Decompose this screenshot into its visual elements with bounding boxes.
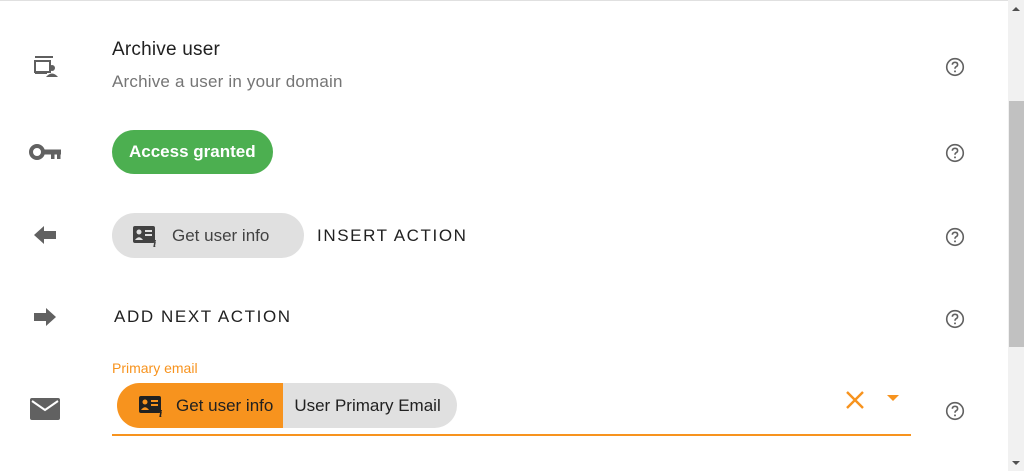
primary-email-field[interactable]: i Get user info User Primary Email <box>112 382 911 436</box>
mail-icon <box>28 397 62 421</box>
svg-text:i: i <box>153 240 157 247</box>
clear-icon[interactable] <box>843 388 867 412</box>
help-icon[interactable] <box>945 57 965 77</box>
user-info-card-icon: i <box>132 225 158 247</box>
help-icon[interactable] <box>945 143 965 163</box>
help-icon[interactable] <box>945 309 965 329</box>
token-source: i Get user info <box>117 383 284 428</box>
arrow-right-icon <box>28 305 62 329</box>
vertical-scrollbar[interactable] <box>1008 0 1024 471</box>
previous-action-chip[interactable]: i Get user info <box>112 213 304 258</box>
email-value-token[interactable]: i Get user info User Primary Email <box>117 383 457 428</box>
scroll-up-arrow-icon[interactable] <box>1008 0 1024 17</box>
help-icon[interactable] <box>945 401 965 421</box>
arrow-left-icon <box>28 223 62 247</box>
token-value: User Primary Email <box>283 383 457 428</box>
add-next-action-button[interactable]: ADD NEXT ACTION <box>114 307 292 327</box>
insert-action-button[interactable]: INSERT ACTION <box>317 226 468 246</box>
key-icon <box>28 140 62 164</box>
action-subtitle: Archive a user in your domain <box>112 72 343 91</box>
token-source-label: Get user info <box>176 395 274 415</box>
action-panel: Archive user Archive a user in your doma… <box>0 0 1008 471</box>
user-card-icon <box>28 55 62 79</box>
user-info-card-icon: i <box>138 395 164 417</box>
dropdown-arrow-icon[interactable] <box>885 392 901 404</box>
svg-text:i: i <box>159 410 163 417</box>
previous-action-label: Get user info <box>172 225 270 245</box>
primary-email-label: Primary email <box>112 360 198 376</box>
scrollbar-thumb[interactable] <box>1009 101 1024 347</box>
access-granted-badge: Access granted <box>112 130 273 174</box>
scroll-down-arrow-icon[interactable] <box>1008 454 1024 471</box>
help-icon[interactable] <box>945 227 965 247</box>
action-title: Archive user <box>112 39 220 60</box>
